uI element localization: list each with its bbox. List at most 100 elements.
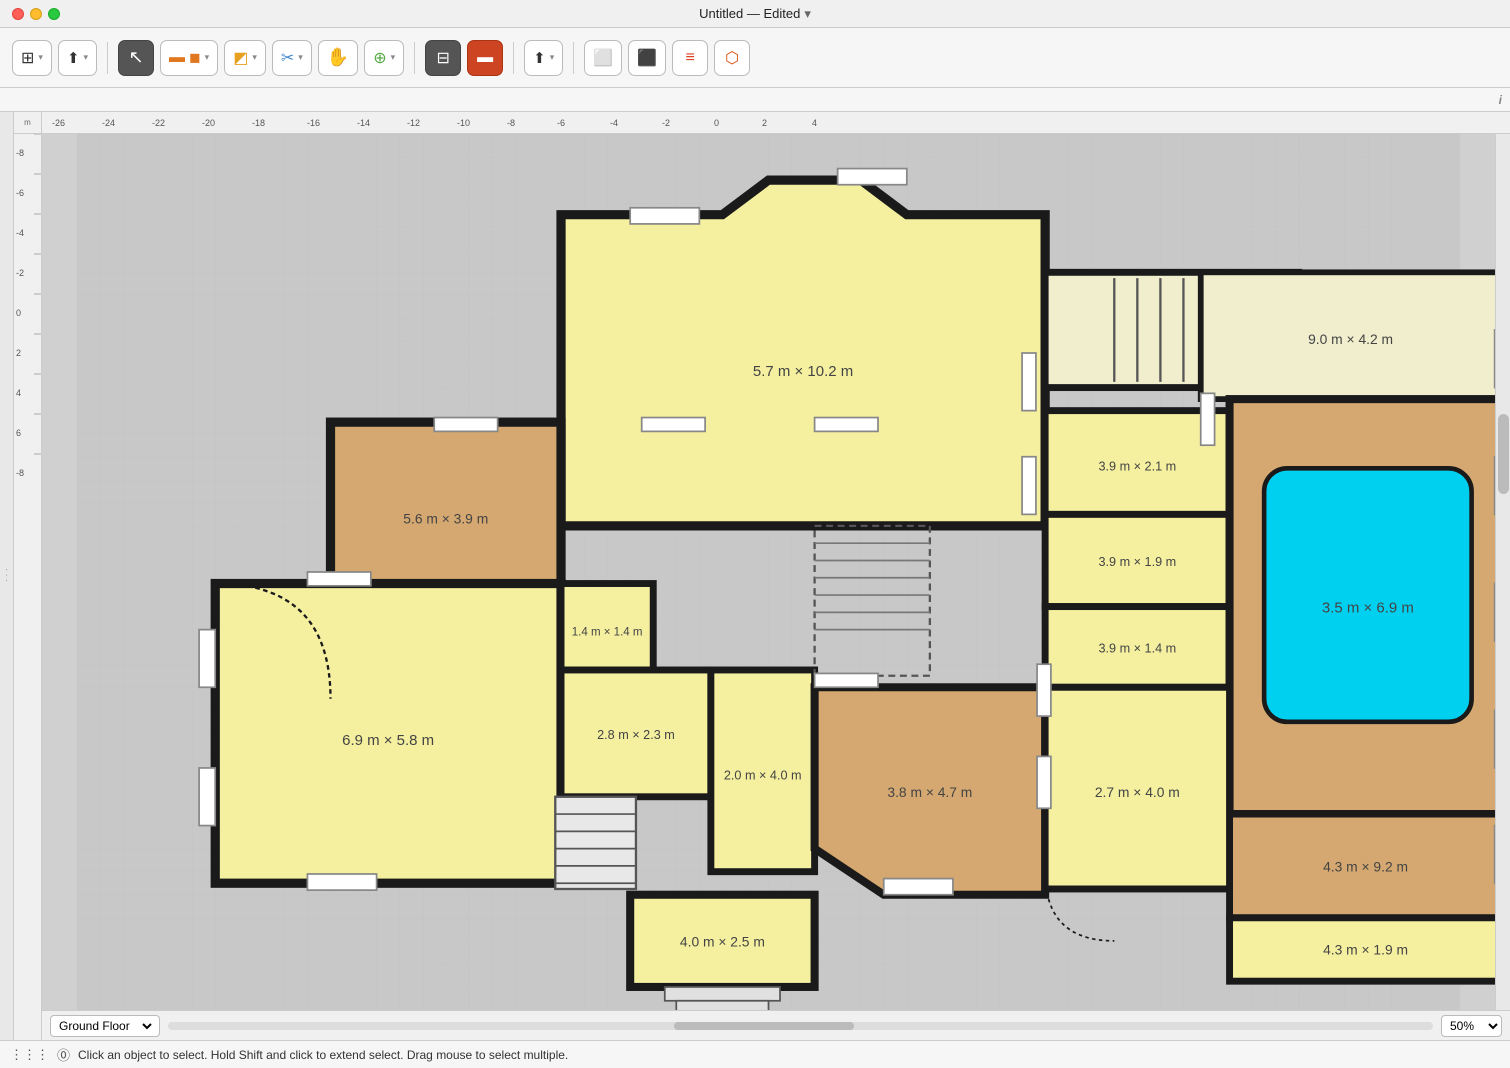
chevron-down-icon: ▾: [252, 52, 257, 63]
window-title: Untitled — Edited: [699, 6, 800, 21]
share-button[interactable]: ⬆ ▾: [58, 40, 97, 76]
svg-text:-26: -26: [52, 118, 65, 128]
vertical-scrollbar-thumb[interactable]: [1498, 414, 1509, 494]
svg-text:9.0 m × 4.2 m: 9.0 m × 4.2 m: [1308, 331, 1393, 347]
traffic-lights: [12, 8, 60, 20]
sidebar-handle[interactable]: ···: [0, 112, 14, 1040]
svg-text:3.9 m × 1.9 m: 3.9 m × 1.9 m: [1098, 555, 1176, 569]
svg-text:-2: -2: [16, 268, 24, 278]
svg-text:-20: -20: [202, 118, 215, 128]
close-button[interactable]: [12, 8, 24, 20]
rooms-button[interactable]: ⊟: [425, 40, 461, 76]
svg-text:2: 2: [762, 118, 767, 128]
canvas-bg-row: 5.7 m × 10.2 m 9.0 m × 4.2 m: [42, 134, 1510, 1010]
svg-text:2: 2: [16, 348, 21, 358]
chevron-down-icon: ▾: [298, 52, 303, 63]
sidebar-dots-icon: ···: [1, 568, 12, 584]
canvas-background[interactable]: 5.7 m × 10.2 m 9.0 m × 4.2 m: [42, 134, 1495, 1010]
svg-text:-8: -8: [16, 148, 24, 158]
layers-button[interactable]: ◩ ▾: [224, 40, 266, 76]
svg-text:4.3 m × 1.9 m: 4.3 m × 1.9 m: [1323, 942, 1408, 958]
zoom-select[interactable]: 25% 50% 75% 100% 150%: [1441, 1015, 1502, 1037]
toolbar-separator-4: [573, 42, 574, 74]
ruler-corner: m: [14, 112, 42, 134]
svg-text:2.0 m × 4.0 m: 2.0 m × 4.0 m: [724, 768, 802, 782]
info-icon[interactable]: i: [1499, 93, 1502, 107]
export-button[interactable]: ⬆ ▾: [524, 40, 563, 76]
chevron-down-icon: ▾: [38, 52, 43, 63]
svg-text:-12: -12: [407, 118, 420, 128]
title-dropdown-arrow[interactable]: ▾: [804, 6, 811, 22]
ruler-unit-label: m: [24, 118, 31, 127]
svg-text:3.9 m × 2.1 m: 3.9 m × 2.1 m: [1098, 460, 1176, 474]
zoom-tool-button[interactable]: ⊕ ▾: [364, 40, 404, 76]
svg-text:-8: -8: [16, 468, 24, 478]
svg-text:-10: -10: [457, 118, 470, 128]
ruler-corner-area: m -8 -6 -4 -2 0: [14, 112, 42, 1040]
svg-text:0: 0: [714, 118, 719, 128]
walls-button[interactable]: ▬: [467, 40, 503, 76]
object-3d-button[interactable]: ⬡: [714, 40, 750, 76]
help-icon: ⓪: [57, 1045, 70, 1064]
canvas-main: -26 -24 -22 -20 -18 -16 -14 -12 -10 -8 -…: [42, 112, 1510, 1040]
info-bar: i: [0, 88, 1510, 112]
svg-text:6: 6: [16, 428, 21, 438]
floor-select[interactable]: Ground Floor First Floor Second Floor: [55, 1018, 155, 1034]
floor-plan-svg: 5.7 m × 10.2 m 9.0 m × 4.2 m: [42, 134, 1495, 1010]
svg-text:-6: -6: [16, 188, 24, 198]
maximize-button[interactable]: [48, 8, 60, 20]
view-2d-button[interactable]: ⬜: [584, 40, 622, 76]
svg-text:-18: -18: [252, 118, 265, 128]
svg-text:4.3 m × 9.2 m: 4.3 m × 9.2 m: [1323, 859, 1408, 875]
bottom-bar: Ground Floor First Floor Second Floor 25…: [42, 1010, 1510, 1040]
svg-text:3.8 m × 4.7 m: 3.8 m × 4.7 m: [887, 784, 972, 800]
svg-text:4: 4: [16, 388, 21, 398]
tools-button[interactable]: ✂ ▾: [272, 40, 312, 76]
canvas-container: m -8 -6 -4 -2 0: [14, 112, 1510, 1040]
vertical-scrollbar[interactable]: [1495, 134, 1510, 1010]
svg-text:1.4 m × 1.4 m: 1.4 m × 1.4 m: [572, 626, 643, 638]
status-message: Click an object to select. Hold Shift an…: [78, 1048, 568, 1062]
toolbar-separator-3: [513, 42, 514, 74]
svg-text:-16: -16: [307, 118, 320, 128]
chevron-down-icon: ▾: [550, 52, 555, 63]
svg-text:5.7 m × 10.2 m: 5.7 m × 10.2 m: [753, 363, 853, 380]
view-3d-button[interactable]: ⬛: [628, 40, 666, 76]
svg-text:2.7 m × 4.0 m: 2.7 m × 4.0 m: [1095, 784, 1180, 800]
svg-text:-14: -14: [357, 118, 370, 128]
chevron-down-icon: ▾: [205, 52, 210, 63]
svg-text:-24: -24: [102, 118, 115, 128]
toolbar-separator-2: [414, 42, 415, 74]
chevron-down-icon: ▾: [84, 52, 89, 63]
svg-text:5.6 m × 3.9 m: 5.6 m × 3.9 m: [403, 511, 488, 527]
vertical-ruler: -8 -6 -4 -2 0 2 4 6: [14, 134, 42, 1040]
svg-text:-4: -4: [16, 228, 24, 238]
title-bar: Untitled — Edited ▾: [0, 0, 1510, 28]
main-area: ··· m -8 -6 -4: [0, 112, 1510, 1040]
canvas-top: m -8 -6 -4 -2 0: [14, 112, 1510, 1040]
pan-tool-button[interactable]: ✋: [318, 40, 358, 76]
svg-text:-22: -22: [152, 118, 165, 128]
horizontal-scrollbar-track[interactable]: [168, 1022, 1433, 1030]
horizontal-scrollbar-thumb[interactable]: [674, 1022, 854, 1030]
svg-text:2.8 m × 2.3 m: 2.8 m × 2.3 m: [597, 728, 675, 742]
svg-text:4.0 m × 2.5 m: 4.0 m × 2.5 m: [680, 934, 765, 950]
toolbar-separator: [107, 42, 108, 74]
svg-text:-2: -2: [662, 118, 670, 128]
svg-text:6.9 m × 5.8 m: 6.9 m × 5.8 m: [342, 732, 434, 749]
zoom-select-wrap: 25% 50% 75% 100% 150%: [1441, 1015, 1502, 1037]
svg-text:0: 0: [16, 308, 21, 318]
horizontal-scrollbar-wrap: [168, 1021, 1433, 1031]
floors-view-button[interactable]: ≡: [672, 40, 708, 76]
chevron-down-icon: ▾: [391, 52, 396, 63]
svg-text:-4: -4: [610, 118, 618, 128]
objects-button[interactable]: ▬ ◼ ▾: [160, 40, 218, 76]
svg-text:3.9 m × 1.4 m: 3.9 m × 1.4 m: [1098, 642, 1176, 656]
pointer-tool-button[interactable]: ↖: [118, 40, 154, 76]
svg-text:4: 4: [812, 118, 817, 128]
minimize-button[interactable]: [30, 8, 42, 20]
view-button[interactable]: ⊞ ▾: [12, 40, 52, 76]
svg-text:-8: -8: [507, 118, 515, 128]
toolbar: ⊞ ▾ ⬆ ▾ ↖ ▬ ◼ ▾ ◩ ▾ ✂ ▾ ✋ ⊕ ▾ ⊟ ▬: [0, 28, 1510, 88]
floor-selector-wrap: Ground Floor First Floor Second Floor: [50, 1015, 160, 1037]
